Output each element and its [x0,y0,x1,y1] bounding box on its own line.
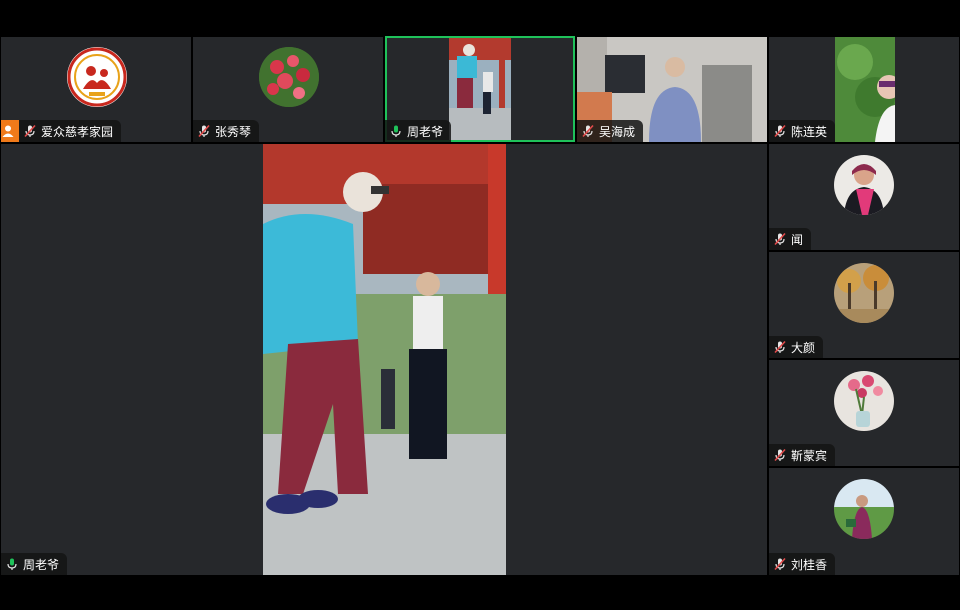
participant-name: 靳蒙宾 [791,448,828,463]
participant-label: 靳蒙宾 [769,444,836,466]
participant-tile-dayan[interactable]: 大颜 [769,252,959,358]
participant-name: 周老爷 [23,557,60,572]
host-user-icon [1,120,19,142]
mic-muted-icon [773,448,787,462]
participant-name: 爱众慈孝家园 [41,124,114,139]
participant-label: 刘桂香 [769,553,836,575]
participant-name: 闻 [791,232,804,247]
woman-avatar [834,155,894,215]
participant-tile-wuhaicheng[interactable]: 吴海成 [577,37,767,142]
participant-tile-zhoulaoye-active[interactable]: 周老爷 [385,36,575,142]
participant-tile-wen[interactable]: 闻 [769,144,959,250]
mic-active-icon [5,557,19,571]
participant-name: 大颜 [791,340,816,355]
participant-label: 闻 [769,228,812,250]
mic-muted-icon [197,124,211,138]
mic-active-icon [389,124,403,138]
mic-muted-icon [773,340,787,354]
main-speaker-view[interactable]: 周老爷 [1,144,767,575]
participant-label: 爱众慈孝家园 [1,120,122,142]
mic-muted-icon [773,124,787,138]
participant-tile-chenlianying[interactable]: 陈连英 [769,37,959,142]
mic-muted-icon [773,232,787,246]
participant-name: 陈连英 [791,124,828,139]
participant-label: 周老爷 [1,553,68,575]
participant-tile-liuguixiang[interactable]: 刘桂香 [769,468,959,575]
participant-tile-aizhong[interactable]: 爱众慈孝家园 [1,37,191,142]
participant-tile-zhangxiuqin[interactable]: 张秀琴 [193,37,383,142]
mic-muted-icon [773,557,787,571]
participant-name: 周老爷 [407,124,444,139]
participant-name: 张秀琴 [215,124,252,139]
participant-label: 吴海成 [577,120,644,142]
participant-label: 周老爷 [385,120,452,142]
participant-label: 陈连英 [769,120,836,142]
mic-muted-icon [581,124,595,138]
flower-avatar [259,47,319,107]
participant-label: 张秀琴 [193,120,260,142]
video-thumbnail [449,38,511,140]
mic-muted-icon [23,124,37,138]
flower-vase-avatar [834,371,894,431]
video-feed [835,37,895,142]
participant-name: 刘桂香 [791,557,828,572]
participant-name: 吴海成 [599,124,636,139]
autumn-trees-avatar [834,263,894,323]
org-logo-avatar [67,47,127,107]
participant-tile-jinmengbin[interactable]: 靳蒙宾 [769,360,959,466]
grassland-avatar [834,479,894,539]
main-video-feed [263,144,506,575]
participant-label: 大颜 [769,336,824,358]
